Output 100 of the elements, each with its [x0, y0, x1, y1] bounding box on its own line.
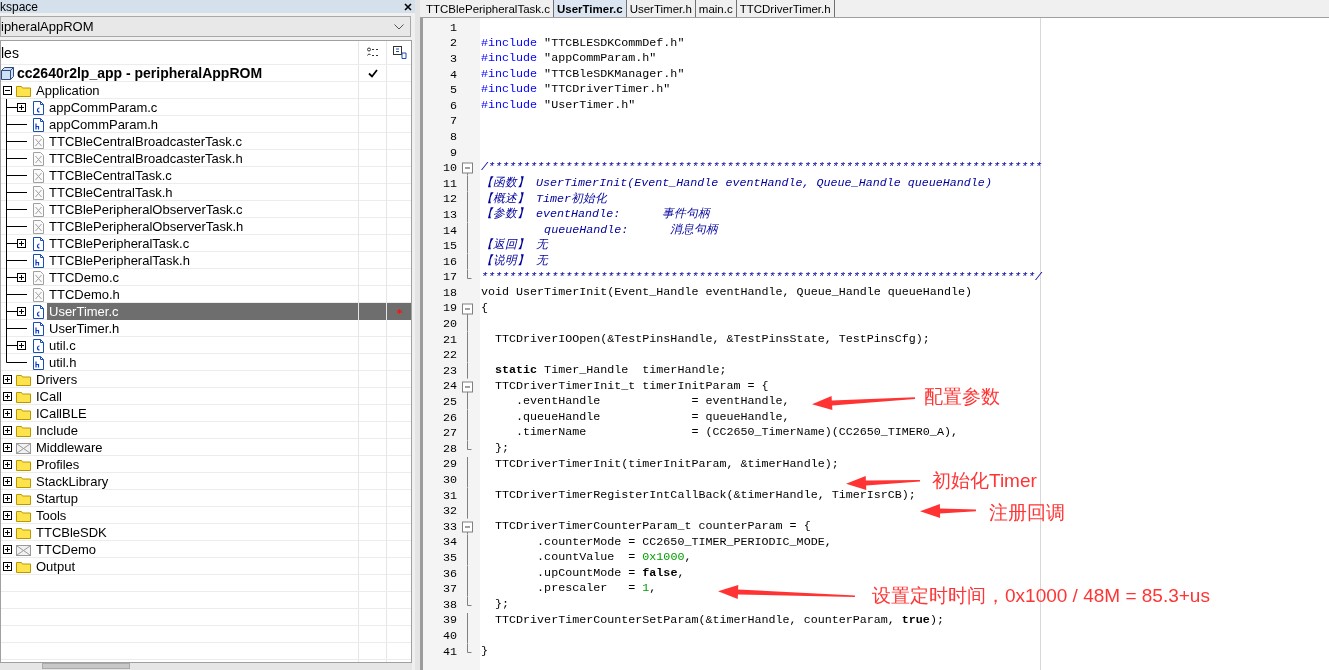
expand-icon[interactable] [3, 392, 12, 401]
code-line: /******************************************************************************* [480, 160, 1043, 176]
expand-icon[interactable] [17, 273, 26, 282]
code-line: .upCountMode = false, [536, 565, 685, 582]
folder-name[interactable]: Middleware [34, 439, 358, 456]
folder-name[interactable]: Output [34, 558, 358, 575]
collapse-icon[interactable] [3, 86, 12, 95]
line-number: 38 [441, 597, 457, 612]
file-name[interactable]: appCommParam.h [47, 116, 358, 133]
folder-icon [16, 390, 31, 403]
line-number: 2 [449, 36, 457, 51]
expand-icon[interactable] [3, 460, 12, 469]
chevron-icon [394, 23, 404, 30]
file-name[interactable]: TTCDemo.h [47, 286, 358, 303]
file-name[interactable]: TTCBleCentralTask.h [47, 184, 358, 201]
folder-name[interactable]: Tools [34, 507, 358, 524]
folder-name[interactable]: TTCBleSDK [34, 524, 358, 541]
folder-name[interactable]: Application [34, 82, 358, 99]
line-number: 40 [441, 628, 457, 643]
options-icon[interactable] [365, 46, 380, 59]
expand-icon[interactable] [17, 103, 26, 112]
excluded-file-icon [33, 134, 44, 149]
header-file-icon [33, 321, 44, 336]
file-name[interactable]: TTCBleCentralBroadcasterTask.h [47, 150, 358, 167]
line-number: 24 [441, 379, 457, 394]
file-name[interactable]: TTCBlePeripheralObserverTask.c [47, 201, 358, 218]
folder-name[interactable]: Startup [34, 490, 358, 507]
expand-icon[interactable] [3, 426, 12, 435]
expand-icon[interactable] [17, 307, 26, 316]
folder-name[interactable]: Profiles [34, 456, 358, 473]
file-name[interactable]: util.h [47, 354, 358, 371]
file-tab[interactable]: TTCBlePeripheralTask.c [423, 0, 554, 17]
line-number: 22 [441, 348, 457, 363]
expand-icon[interactable] [3, 545, 12, 554]
folder-name[interactable]: StackLibrary [34, 473, 358, 490]
file-name[interactable]: TTCBleCentralBroadcasterTask.c [47, 133, 358, 150]
file-name[interactable]: util.c [47, 337, 358, 354]
file-name[interactable]: UserTimer.h [47, 320, 358, 337]
folder-name[interactable]: TTCDemo [34, 541, 358, 558]
expand-icon[interactable] [3, 409, 12, 418]
c-file-icon [33, 236, 44, 251]
line-number: 1 [449, 20, 457, 35]
expand-icon[interactable] [3, 494, 12, 503]
c-file-icon [33, 338, 44, 353]
line-number: 31 [441, 488, 457, 503]
fold-icon[interactable] [461, 300, 473, 317]
line-number: 15 [441, 239, 457, 254]
line-number: 11 [441, 176, 457, 191]
expand-icon[interactable] [3, 443, 12, 452]
close-icon[interactable] [404, 2, 412, 11]
file-tab[interactable]: UserTimer.c [554, 0, 627, 17]
folder-name[interactable]: Include [34, 422, 358, 439]
line-number: 13 [441, 207, 457, 222]
code-line: .countValue = 0x1000, [536, 550, 692, 566]
excluded-file-icon [33, 202, 44, 217]
fold-icon[interactable] [461, 378, 473, 395]
project-name[interactable]: cc2640r2lp_app - peripheralAppROM [17, 65, 263, 81]
expand-icon[interactable] [17, 239, 26, 248]
code-line: TTCDriverTimerCounterSetParam(&timerHandle, counterParam, true); [494, 612, 944, 629]
code-line: 【参数】 eventHandle: 事件句柄 [480, 207, 711, 223]
folder-icon [16, 424, 31, 437]
file-tab[interactable]: main.c [695, 0, 737, 17]
line-number: 21 [441, 332, 457, 347]
binary-icon[interactable] [392, 46, 407, 59]
folder-name[interactable]: Drivers [34, 371, 358, 388]
expand-icon[interactable] [3, 477, 12, 486]
expand-icon[interactable] [3, 511, 12, 520]
file-name[interactable]: TTCBleCentralTask.c [47, 167, 358, 184]
code-line: #include "UserTimer.h" [480, 97, 636, 114]
file-name[interactable]: TTCDemo.c [47, 269, 358, 286]
line-number: 6 [449, 98, 457, 113]
arrow [920, 503, 976, 518]
fold-icon[interactable] [461, 519, 473, 535]
expand-icon[interactable] [3, 528, 12, 537]
folder-name[interactable]: ICallBLE [34, 405, 358, 422]
file-name[interactable]: TTCBlePeripheralTask.h [47, 252, 358, 269]
fold-icon[interactable] [461, 160, 473, 176]
file-tab[interactable]: UserTimer.h [626, 0, 696, 17]
line-number: 10 [441, 161, 457, 176]
excluded-file-icon [33, 168, 44, 183]
code-line: }; [494, 441, 510, 457]
line-number: 26 [441, 410, 457, 425]
expand-icon[interactable] [3, 375, 12, 384]
code-line: #include "TTCBLESDKCommDef.h" [480, 35, 685, 52]
file-name[interactable]: TTCBlePeripheralTask.c [47, 235, 358, 252]
code-line: void UserTimerInit(Event_Handle eventHandle, Queue_Handle queueHandle) [480, 285, 972, 301]
line-number: 19 [441, 301, 457, 316]
file-name[interactable]: TTCBlePeripheralObserverTask.h [47, 218, 358, 235]
expand-icon[interactable] [17, 341, 26, 350]
file-name[interactable]: UserTimer.c [47, 303, 358, 320]
code-line: .timerName = (CC2650_TimerName)(CC2650_TIMER0_A), [515, 425, 958, 442]
line-number: 3 [449, 52, 457, 66]
code-line: TTCDriverTimerInit_t timerInitParam = { [494, 378, 769, 395]
file-name[interactable]: appCommParam.c [47, 99, 358, 116]
expand-icon[interactable] [3, 562, 12, 571]
configuration-dropdown[interactable]: ipheralAppROM [0, 16, 411, 37]
folder-name[interactable]: ICall [34, 388, 358, 405]
code-line: .counterMode = CC2650_TIMER_PERIODIC_MODE, [536, 534, 832, 551]
scrollbar-thumb[interactable] [42, 663, 130, 669]
file-tab[interactable]: TTCDriverTimer.h [736, 0, 835, 17]
